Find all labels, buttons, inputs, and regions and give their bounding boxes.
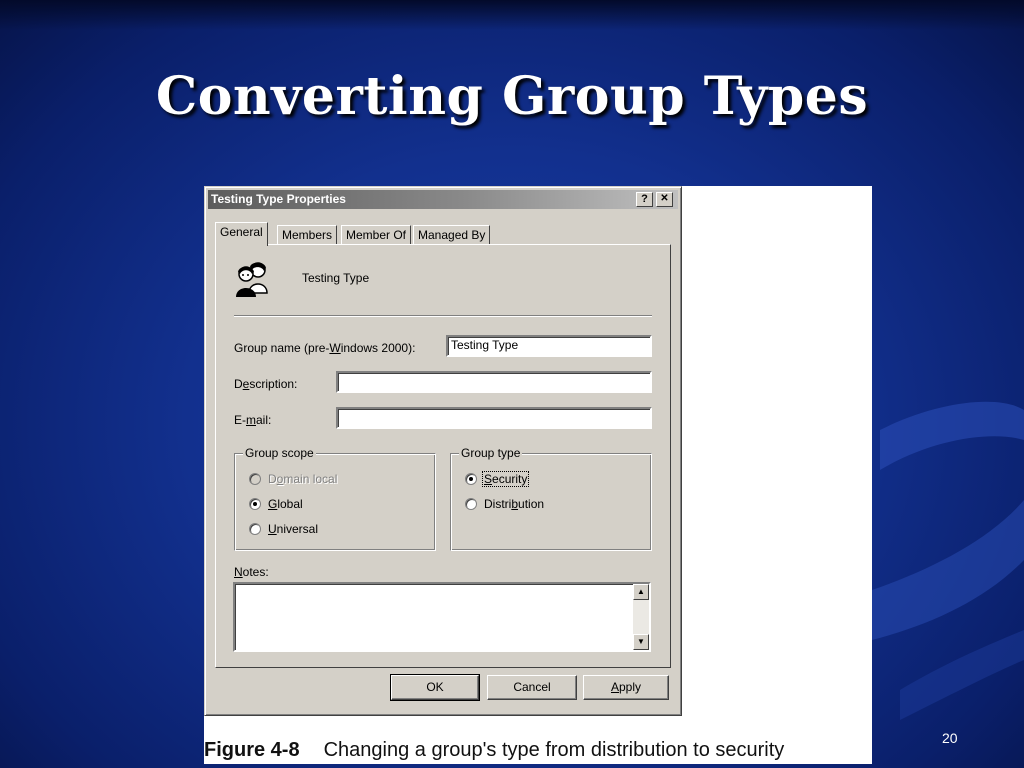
scroll-up-icon[interactable]: ▲ [633,584,649,600]
close-button[interactable]: ✕ [656,192,673,207]
apply-button[interactable]: Apply [583,675,669,700]
group-users-icon [236,262,268,297]
dialog-title: Testing Type Properties [211,192,346,206]
tab-members[interactable]: Members [277,225,338,245]
radio-universal-label: Universal [268,522,319,536]
properties-dialog: Testing Type Properties ? ✕ General Memb… [204,186,682,716]
group-scope-legend: Group scope [243,446,316,460]
email-label: E-mail: [234,413,272,427]
header-separator [234,315,652,317]
figure-caption-text: Changing a group's type from distributio… [323,739,785,761]
group-scope-box: Group scope Domain local Global Universa… [234,446,436,551]
tab-managed-by[interactable]: Managed By [413,225,491,245]
radio-universal-button[interactable] [249,523,261,535]
help-button[interactable]: ? [636,192,653,207]
group-name-label: Group name (pre-Windows 2000): [234,341,416,355]
notes-textarea[interactable]: ▲ ▼ [233,582,651,652]
group-name-input[interactable]: Testing Type [446,335,652,357]
description-label: Description: [234,377,298,391]
radio-domain-local-label: Domain local [268,472,338,486]
radio-distribution-button[interactable] [465,498,477,510]
tab-general[interactable]: General [215,222,268,246]
figure-panel: Testing Type Properties ? ✕ General Memb… [204,186,872,764]
radio-distribution-label: Distribution [484,497,545,511]
radio-security-button[interactable] [465,473,477,485]
ok-button[interactable]: OK [390,674,480,701]
slide-number: 20 [942,730,958,746]
radio-security-label: Security [481,471,530,487]
cancel-button[interactable]: Cancel [487,675,577,700]
figure-caption: Figure 4-8 Changing a group's type from d… [204,736,872,764]
group-type-box: Group type Security Distribution [450,446,652,551]
group-display-name: Testing Type [302,271,370,285]
scroll-down-icon[interactable]: ▼ [633,634,649,650]
figure-label: Figure 4-8 [204,739,300,761]
description-input[interactable] [336,371,652,393]
radio-global-label: Global [268,497,303,511]
notes-label: Notes: [234,565,269,579]
radio-domain-local-button[interactable] [249,473,261,485]
notes-scrollbar[interactable]: ▲ ▼ [633,584,649,650]
group-type-legend: Group type [459,446,523,460]
dialog-titlebar[interactable]: Testing Type Properties ? ✕ [208,190,678,209]
tab-member-of[interactable]: Member Of [341,225,412,245]
radio-global-button[interactable] [249,498,261,510]
email-input[interactable] [336,407,652,429]
slide-title: Converting Group Types [155,66,869,127]
